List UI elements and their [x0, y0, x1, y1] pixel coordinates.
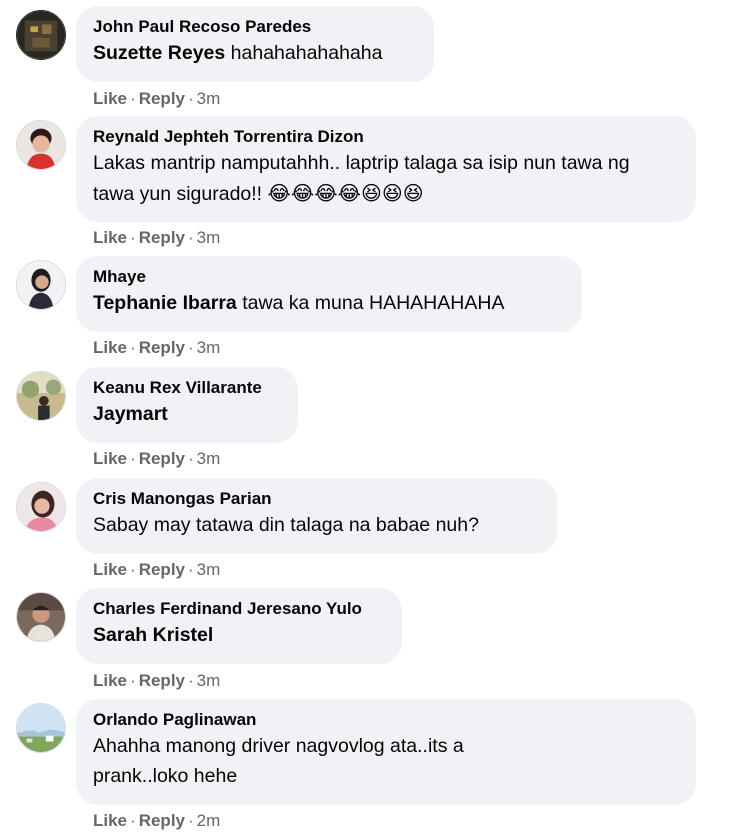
avatar[interactable]	[16, 260, 66, 310]
comment-timestamp[interactable]: 3m	[197, 228, 221, 247]
profile-photo-child-icon	[17, 121, 65, 169]
like-button[interactable]: Like	[93, 228, 127, 247]
reply-button[interactable]: Reply	[139, 671, 185, 690]
like-button[interactable]: Like	[93, 671, 127, 690]
comment-author[interactable]: Charles Ferdinand Jeresano Yulo	[93, 598, 382, 620]
comment-author[interactable]: John Paul Recoso Paredes	[93, 16, 414, 38]
profile-photo-man-icon	[17, 593, 65, 641]
comment-bubble: Orlando Paglinawan Ahahha manong driver …	[76, 699, 696, 805]
profile-photo-outdoor-icon	[17, 372, 65, 420]
comment-actions: Like · Reply · 3m	[93, 228, 221, 247]
comment-timestamp[interactable]: 3m	[197, 449, 221, 468]
comment-timestamp[interactable]: 2m	[197, 811, 221, 830]
comment-bubble: Mhaye Tephanie Ibarra tawa ka muna HAHAH…	[76, 256, 582, 332]
comment-text: Tephanie Ibarra tawa ka muna HAHAHAHAHA	[93, 288, 562, 318]
reply-button[interactable]: Reply	[139, 228, 185, 247]
comment-body: tawa ka muna HAHAHAHAHA	[242, 292, 505, 314]
reply-button[interactable]: Reply	[139, 338, 185, 357]
avatar[interactable]	[16, 703, 66, 753]
comment-timestamp[interactable]: 3m	[197, 89, 221, 108]
avatar[interactable]	[16, 10, 66, 60]
profile-photo-dark-icon	[17, 11, 65, 59]
profile-photo-landscape-icon	[17, 704, 65, 752]
comment-timestamp[interactable]: 3m	[197, 671, 221, 690]
comment-actions: Like · Reply · 3m	[93, 89, 221, 108]
comment-bubble: John Paul Recoso Paredes Suzette Reyes h…	[76, 6, 434, 82]
like-button[interactable]: Like	[93, 89, 127, 108]
comment-timestamp[interactable]: 3m	[197, 338, 221, 357]
comment-body: hahahahahahaha	[230, 42, 383, 64]
comment-text: Jaymart	[93, 399, 278, 429]
comment-author[interactable]: Keanu Rex Villarante	[93, 377, 278, 399]
avatar[interactable]	[16, 482, 66, 532]
comment-actions: Like · Reply · 2m	[93, 811, 221, 830]
reply-button[interactable]: Reply	[139, 811, 185, 830]
profile-photo-woman-icon	[17, 261, 65, 309]
avatar[interactable]	[16, 592, 66, 642]
comment-bubble: Cris Manongas Parian Sabay may tatawa di…	[76, 478, 557, 554]
comment-actions: Like · Reply · 3m	[93, 338, 221, 357]
reply-button[interactable]: Reply	[139, 449, 185, 468]
comment-author[interactable]: Reynald Jephteh Torrentira Dizon	[93, 126, 676, 148]
like-button[interactable]: Like	[93, 449, 127, 468]
mention-link[interactable]: Tephanie Ibarra	[93, 292, 237, 314]
like-button[interactable]: Like	[93, 338, 127, 357]
comment-feed: John Paul Recoso Paredes Suzette Reyes h…	[0, 0, 750, 835]
comment-text: Sarah Kristel	[93, 620, 382, 650]
comment-text: Ahahha manong driver nagvovlog ata..its …	[93, 731, 533, 791]
comment-body: Ahahha manong driver nagvovlog ata..its …	[93, 735, 464, 787]
mention-link[interactable]: Suzette Reyes	[93, 42, 225, 64]
comment-timestamp[interactable]: 3m	[197, 560, 221, 579]
comment-author[interactable]: Cris Manongas Parian	[93, 488, 537, 510]
comment-text: Suzette Reyes hahahahahahaha	[93, 38, 414, 68]
comment-actions: Like · Reply · 3m	[93, 671, 221, 690]
comment-bubble: Keanu Rex Villarante Jaymart	[76, 367, 298, 443]
mention-link[interactable]: Sarah Kristel	[93, 624, 213, 646]
like-button[interactable]: Like	[93, 811, 127, 830]
comment-actions: Like · Reply · 3m	[93, 449, 221, 468]
avatar[interactable]	[16, 120, 66, 170]
comment-author[interactable]: Orlando Paglinawan	[93, 709, 676, 731]
comment-author[interactable]: Mhaye	[93, 266, 562, 288]
like-button[interactable]: Like	[93, 560, 127, 579]
reply-button[interactable]: Reply	[139, 560, 185, 579]
comment-actions: Like · Reply · 3m	[93, 560, 221, 579]
mention-link[interactable]: Jaymart	[93, 403, 168, 425]
comment-bubble: Charles Ferdinand Jeresano Yulo Sarah Kr…	[76, 588, 402, 664]
profile-photo-woman-pink-icon	[17, 483, 65, 531]
comment-text: Lakas mantrip namputahhh.. laptrip talag…	[93, 148, 676, 209]
reply-button[interactable]: Reply	[139, 89, 185, 108]
laughing-emoji-icon: 😂😂😂😂😆😆😆	[267, 181, 424, 205]
avatar[interactable]	[16, 371, 66, 421]
comment-text: Sabay may tatawa din talaga na babae nuh…	[93, 510, 537, 540]
comment-body: Sabay may tatawa din talaga na babae nuh…	[93, 514, 479, 536]
comment-bubble: Reynald Jephteh Torrentira Dizon Lakas m…	[76, 116, 696, 222]
